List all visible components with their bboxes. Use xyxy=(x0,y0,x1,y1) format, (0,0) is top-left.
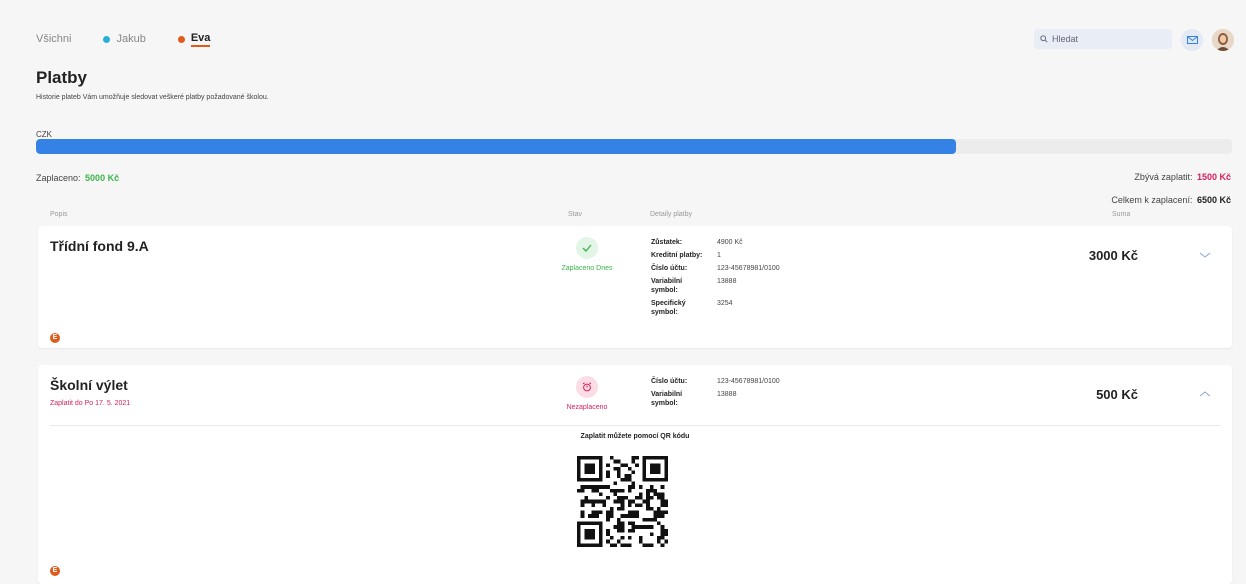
detail-row: Číslo účtu: 123-45678981/0100 xyxy=(651,377,780,386)
payment-progress-bar xyxy=(36,139,1232,154)
detail-row: Variabilní symbol: 13888 xyxy=(651,277,780,295)
remaining-summary: Zbývá zaplatit: 1500 Kč xyxy=(1134,172,1231,182)
avatar-image xyxy=(1212,29,1234,51)
column-header-status: Stav xyxy=(568,211,583,218)
detail-key: Číslo účtu: xyxy=(651,378,688,385)
detail-key: Specifický symbol: xyxy=(651,300,686,316)
total-label: Celkem k zaplacení: xyxy=(1111,195,1193,205)
tab-label: Jakub xyxy=(116,33,146,45)
chevron-up-icon[interactable] xyxy=(1198,389,1212,399)
detail-value: 4900 Kč xyxy=(717,239,743,246)
detail-row: Číslo účtu: 123-45678981/0100 xyxy=(651,264,780,273)
status-label: Nezaplaceno xyxy=(566,404,608,411)
child-color-dot xyxy=(103,35,111,43)
status-label: Zaplaceno Dnes xyxy=(561,265,613,272)
tab-label: Všichni xyxy=(36,33,72,45)
page-title: Platby xyxy=(36,68,88,87)
child-tabs: Všichni Jakub Eva xyxy=(36,32,242,47)
payment-details: Číslo účtu: 123-45678981/0100 Variabilní … xyxy=(651,377,780,412)
column-header-description: Popis xyxy=(50,211,68,218)
paid-summary: Zaplaceno: 5000 Kč xyxy=(36,173,119,183)
tab-label: Eva xyxy=(190,32,211,47)
check-icon xyxy=(576,237,598,259)
search-icon xyxy=(1040,35,1048,43)
detail-value: 123-45678981/0100 xyxy=(717,378,780,385)
detail-value: 13888 xyxy=(717,391,737,398)
alarm-clock-icon xyxy=(576,376,598,398)
detail-key: Číslo účtu: xyxy=(651,265,688,272)
child-badge: E xyxy=(50,566,60,576)
detail-value: 123-45678981/0100 xyxy=(717,265,780,272)
top-bar: Všichni Jakub Eva Hledat xyxy=(0,0,1246,60)
payment-details: Zůstatek: 4900 Kč Kreditní platby: 1 Číslo… xyxy=(651,238,780,321)
child-color-dot xyxy=(177,35,185,43)
chevron-down-icon[interactable] xyxy=(1198,250,1212,260)
column-header-sum: Suma xyxy=(1112,211,1131,218)
detail-row: Variabilní symbol: 13888 xyxy=(651,390,780,408)
payment-amount: 500 Kč xyxy=(1096,387,1138,402)
avatar[interactable] xyxy=(1212,29,1234,51)
column-header-details: Detaily platby xyxy=(650,211,693,218)
currency-label: CZK xyxy=(36,130,52,139)
detail-value: 3254 xyxy=(717,300,733,307)
payment-status: Nezaplaceno xyxy=(549,376,625,411)
mail-button[interactable] xyxy=(1181,29,1203,51)
detail-key: Kreditní platby: xyxy=(651,252,703,259)
tab-eva[interactable]: Eva xyxy=(177,32,211,47)
payment-title: Třídní fond 9.A xyxy=(50,238,149,254)
payment-card[interactable]: Třídní fond 9.A Zaplaceno Dnes Zůstatek:… xyxy=(38,226,1232,348)
detail-key: Zůstatek: xyxy=(651,239,683,246)
detail-value: 1 xyxy=(717,252,721,259)
search-placeholder: Hledat xyxy=(1052,34,1079,44)
tab-jakub[interactable]: Jakub xyxy=(103,32,146,46)
payment-status: Zaplaceno Dnes xyxy=(549,237,625,272)
payment-title: Školní výlet xyxy=(50,377,128,393)
total-summary: Celkem k zaplacení: 6500 Kč xyxy=(1111,195,1231,205)
detail-row: Zůstatek: 4900 Kč xyxy=(651,238,780,247)
paid-value: 5000 Kč xyxy=(85,173,120,183)
detail-value: 13888 xyxy=(717,278,737,285)
remaining-label: Zbývá zaplatit: xyxy=(1134,172,1193,182)
divider xyxy=(50,425,1220,426)
total-value: 6500 Kč xyxy=(1196,195,1231,205)
paid-label: Zaplaceno: xyxy=(36,173,81,183)
payment-due-date: Zaplatit do Po 17. 5. 2021 xyxy=(50,400,131,407)
page-subtitle: Historie plateb Vám umožňuje sledovat ve… xyxy=(36,94,269,101)
detail-key: Variabilní symbol: xyxy=(651,391,683,407)
payment-amount: 3000 Kč xyxy=(1088,248,1138,263)
detail-row: Kreditní platby: 1 xyxy=(651,251,780,260)
qr-title: Zaplatit můžete pomocí QR kódu xyxy=(580,433,690,440)
detail-key: Variabilní symbol: xyxy=(651,278,683,294)
tab-vsichni[interactable]: Všichni xyxy=(36,32,71,46)
progress-fill xyxy=(36,139,956,154)
mail-icon xyxy=(1186,36,1198,44)
remaining-value: 1500 Kč xyxy=(1196,172,1231,182)
child-badge: E xyxy=(50,333,60,343)
detail-row: Specifický symbol: 3254 xyxy=(651,299,780,317)
qr-code xyxy=(577,456,668,547)
search-input[interactable]: Hledat xyxy=(1034,29,1172,49)
payment-card[interactable]: Školní výlet Zaplatit do Po 17. 5. 2021 … xyxy=(38,365,1232,584)
